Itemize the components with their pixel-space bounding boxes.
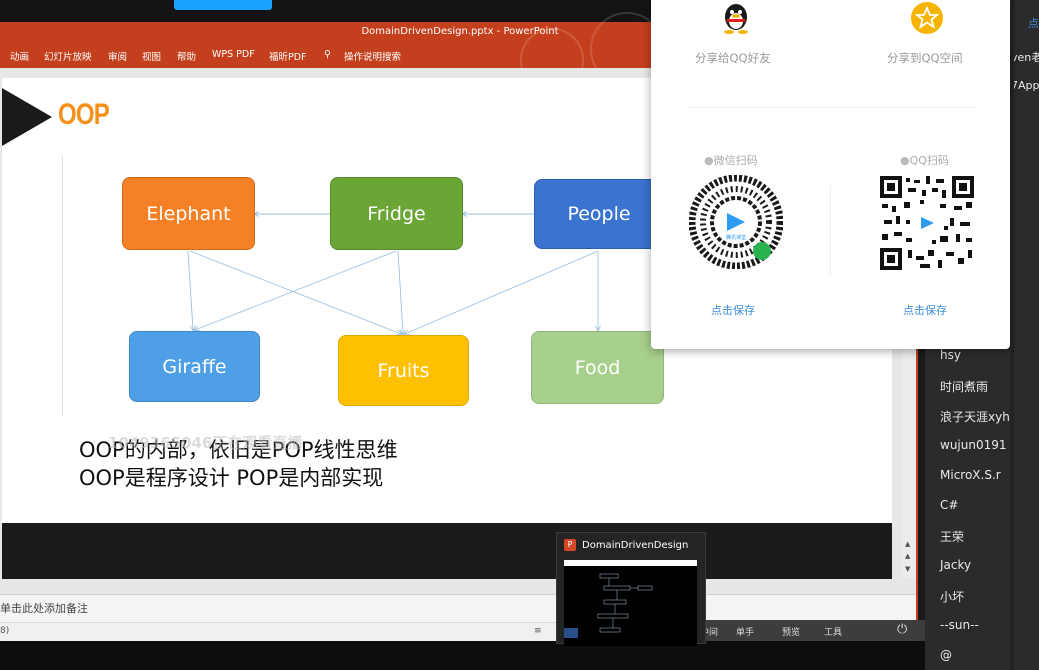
tab-wps-pdf[interactable]: WPS PDF bbox=[212, 49, 255, 60]
chat-user[interactable]: C# bbox=[940, 498, 958, 512]
chat-fragment: ven老 bbox=[1011, 51, 1039, 64]
edge-people-fruits bbox=[405, 250, 599, 334]
node-fridge: Fridge bbox=[330, 177, 463, 250]
scroll-up-icon[interactable]: ▲ bbox=[905, 540, 910, 548]
save-qq-code-link[interactable]: 点击保存 bbox=[903, 302, 947, 318]
qr-center-text: 腾讯课堂 bbox=[726, 234, 746, 241]
node-food: Food bbox=[531, 331, 664, 404]
chat-user[interactable]: 小坏 bbox=[940, 588, 964, 605]
tell-me-search[interactable]: 操作说明搜索 bbox=[344, 49, 401, 63]
lightbulb-icon: ⚲ bbox=[324, 49, 331, 60]
qq-scan-label: ●QQ扫码 bbox=[900, 152, 949, 168]
chat-user[interactable]: wujun0191 bbox=[940, 438, 1007, 452]
qq-small-icon: ● bbox=[900, 154, 910, 167]
tab-help[interactable]: 帮助 bbox=[177, 49, 196, 63]
wechat-mini-program-code: 腾讯课堂 bbox=[689, 175, 783, 269]
edge-elephant-fruits bbox=[189, 250, 401, 334]
status-left-text: 8) bbox=[0, 626, 10, 636]
notes-icon[interactable]: ≡ bbox=[534, 626, 542, 636]
qq-penguin-icon[interactable] bbox=[721, 2, 751, 34]
tab-view[interactable]: 视图 bbox=[142, 49, 161, 63]
slide-overflow-area bbox=[2, 523, 892, 579]
share-popup: 分享给QQ好友 分享到QQ空间 ●微信扫码 ●QQ扫码 腾讯课堂 点击保存 点击… bbox=[651, 0, 1010, 349]
live-watermark: 1049365046正在观看直播 bbox=[108, 434, 303, 452]
top-blue-button[interactable] bbox=[174, 0, 272, 10]
powerpoint-icon: P bbox=[564, 539, 576, 551]
qq-scan-text: QQ扫码 bbox=[909, 154, 949, 167]
wechat-icon: ● bbox=[704, 154, 714, 167]
thumbnail-preview bbox=[564, 560, 697, 646]
prev-slide-icon[interactable]: ▲ bbox=[905, 552, 910, 560]
toolbar-tools[interactable]: 工具 bbox=[824, 625, 842, 638]
chat-user[interactable]: 时间煮雨 bbox=[940, 378, 988, 395]
wechat-scan-text: 微信扫码 bbox=[713, 154, 758, 167]
node-elephant: Elephant bbox=[122, 177, 255, 250]
dark-toolbar: 中间 单手 预览 工具 ⏻ bbox=[700, 620, 925, 641]
popup-divider bbox=[687, 107, 977, 108]
chat-user[interactable]: Jacky bbox=[940, 558, 971, 572]
taskbar-thumbnail[interactable]: P DomainDrivenDesign bbox=[556, 532, 706, 646]
power-icon[interactable]: ⏻ bbox=[897, 622, 907, 637]
chat-user[interactable]: 浪子天涯xyh bbox=[940, 408, 1010, 425]
node-people: People bbox=[534, 179, 664, 249]
taskbar bbox=[0, 641, 925, 670]
tab-slideshow[interactable]: 幻灯片放映 bbox=[44, 49, 92, 63]
thumbnail-blue-tab bbox=[564, 628, 578, 638]
qq-zone-star-icon[interactable] bbox=[910, 1, 944, 35]
chat-fragment: 点 bbox=[1028, 17, 1039, 30]
next-slide-icon[interactable]: ▼ bbox=[905, 565, 910, 573]
chat-fragment: 7App bbox=[1011, 79, 1039, 92]
notes-placeholder: 单击此处添加备注 bbox=[0, 602, 88, 615]
thumbnail-title: DomainDrivenDesign bbox=[582, 540, 689, 551]
qr-divider bbox=[830, 185, 831, 275]
slide-text-line-2: OOP是程序设计 POP是内部实现 bbox=[79, 466, 384, 490]
edge-fridge-fruits bbox=[397, 250, 403, 334]
share-qq-friend[interactable]: 分享给QQ好友 bbox=[695, 50, 771, 66]
chat-user[interactable]: --sun-- bbox=[940, 618, 979, 632]
tab-animation[interactable]: 动画 bbox=[10, 49, 29, 63]
thumbnail-diagram bbox=[564, 573, 653, 638]
chat-user[interactable]: 王荣 bbox=[940, 528, 964, 545]
save-wechat-code-link[interactable]: 点击保存 bbox=[711, 302, 755, 318]
toolbar-preview[interactable]: 预览 bbox=[782, 625, 800, 638]
chat-user[interactable]: MicroX.S.r bbox=[940, 468, 1001, 482]
tab-review[interactable]: 审阅 bbox=[108, 49, 127, 63]
node-fruits: Fruits bbox=[338, 335, 469, 406]
toolbar-one-hand[interactable]: 单手 bbox=[736, 625, 754, 638]
node-giraffe: Giraffe bbox=[129, 331, 260, 402]
qq-qr-code bbox=[880, 176, 974, 270]
edge-elephant-giraffe bbox=[187, 250, 193, 330]
tab-foxit-pdf[interactable]: 福昕PDF bbox=[269, 49, 307, 63]
chat-panel-divider bbox=[1010, 0, 1014, 670]
chat-user[interactable]: hsy bbox=[940, 348, 961, 362]
wechat-scan-label: ●微信扫码 bbox=[704, 152, 758, 168]
notes-pane[interactable]: 单击此处添加备注 bbox=[0, 594, 918, 623]
edge-fridge-giraffe bbox=[195, 250, 397, 330]
share-qq-zone[interactable]: 分享到QQ空间 bbox=[887, 50, 963, 66]
chat-user[interactable]: @ bbox=[940, 648, 952, 662]
